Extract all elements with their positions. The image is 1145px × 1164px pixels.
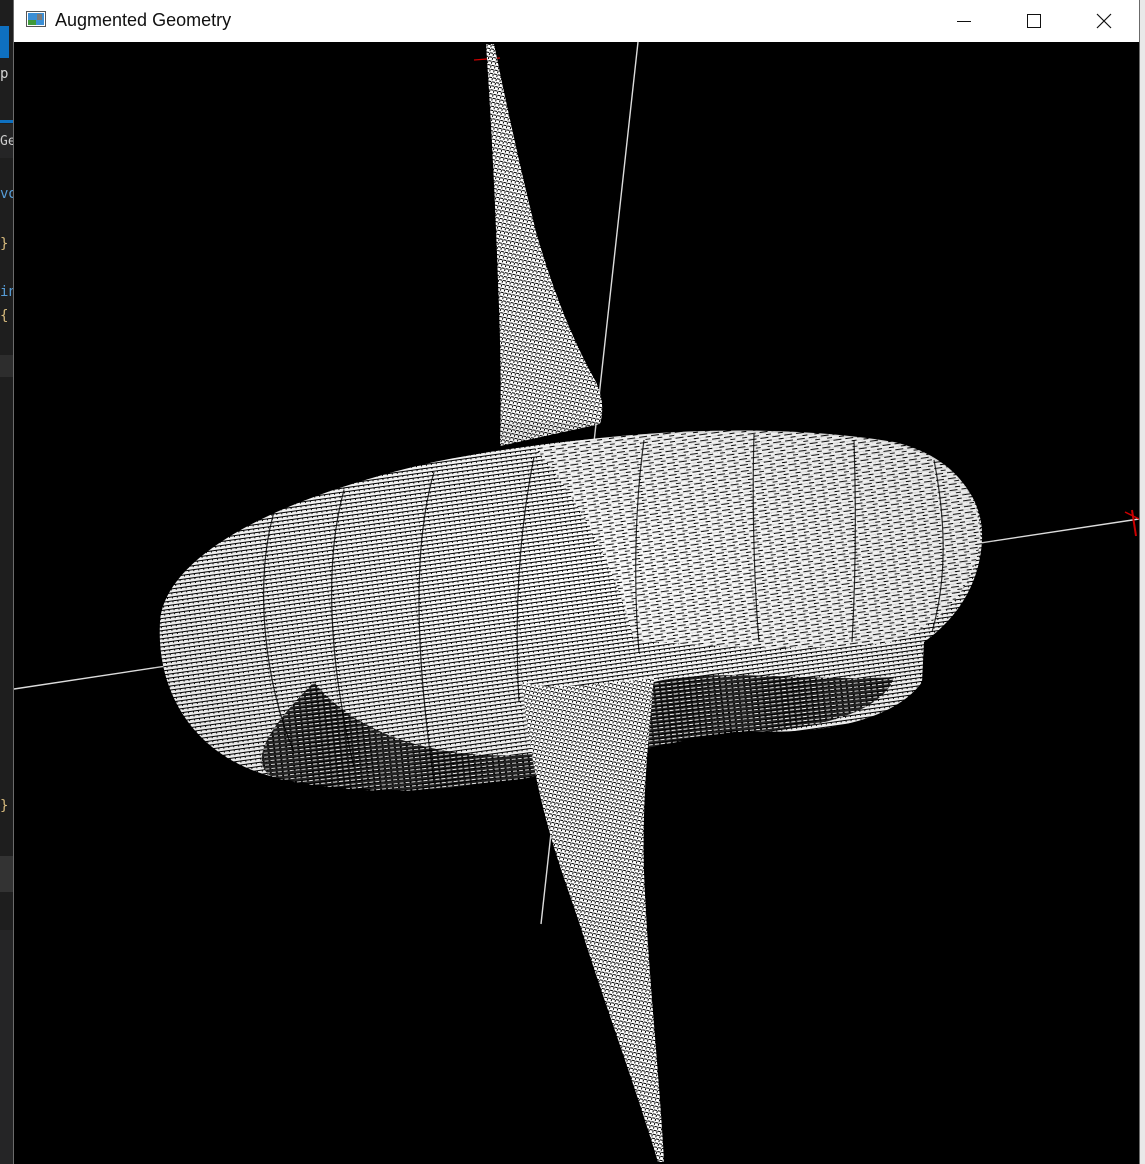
editor-panel [0, 856, 14, 892]
window-title: Augmented Geometry [55, 10, 232, 30]
editor-tab-active[interactable] [0, 26, 9, 58]
background-right-edge [1139, 0, 1145, 1164]
editor-panel [0, 930, 14, 1164]
render-viewport[interactable] [14, 42, 1139, 1164]
background-editor: p Ge vo } in { } [0, 0, 14, 1164]
editor-fragment: { [0, 308, 9, 324]
close-button[interactable] [1069, 0, 1139, 42]
title-bar[interactable]: Augmented Geometry [14, 0, 1139, 42]
editor-fragment: } [0, 798, 9, 814]
editor-fragment: in [0, 284, 14, 300]
editor-tab-accent [0, 120, 14, 123]
minimize-icon [957, 21, 971, 22]
render-canvas[interactable] [14, 42, 1139, 1164]
lower-spike-surface [522, 678, 664, 1162]
upper-spike-surface [486, 44, 603, 446]
editor-fragment: vo [0, 186, 14, 202]
app-window[interactable]: Augmented Geometry [14, 0, 1139, 1164]
axis-marker [1131, 509, 1137, 537]
minimize-button[interactable] [929, 0, 999, 42]
editor-fragment: p [0, 66, 9, 82]
editor-divider [0, 355, 14, 377]
maximize-icon [1027, 14, 1041, 28]
maximize-button[interactable] [999, 0, 1069, 42]
editor-fragment: Ge [0, 134, 14, 149]
editor-fragment: } [0, 236, 9, 252]
image-icon [26, 11, 46, 27]
close-icon [1096, 13, 1112, 29]
